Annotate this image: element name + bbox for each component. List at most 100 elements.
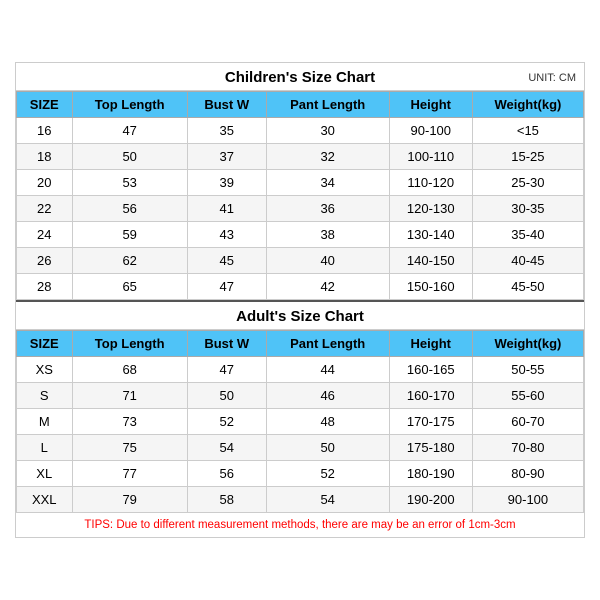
table-cell: 38 — [266, 222, 389, 248]
table-cell: 36 — [266, 196, 389, 222]
adult-title-row: Adult's Size Chart — [16, 300, 584, 330]
table-cell: 47 — [187, 357, 266, 383]
table-cell: 28 — [17, 274, 73, 300]
unit-label: UNIT: CM — [528, 72, 576, 84]
table-cell: 56 — [187, 461, 266, 487]
table-cell: 26 — [17, 248, 73, 274]
table-row: 1647353090-100<15 — [17, 118, 584, 144]
table-row: 22564136120-13030-35 — [17, 196, 584, 222]
adult-header-row: SIZE Top Length Bust W Pant Length Heigh… — [17, 331, 584, 357]
table-cell: S — [17, 383, 73, 409]
table-row: S715046160-17055-60 — [17, 383, 584, 409]
table-cell: 60-70 — [472, 409, 583, 435]
table-cell: 150-160 — [389, 274, 472, 300]
table-cell: 77 — [72, 461, 187, 487]
adult-col-weight: Weight(kg) — [472, 331, 583, 357]
table-cell: 16 — [17, 118, 73, 144]
children-table: SIZE Top Length Bust W Pant Length Heigh… — [16, 91, 584, 300]
table-cell: 90-100 — [389, 118, 472, 144]
table-cell: 42 — [266, 274, 389, 300]
table-row: L755450175-18070-80 — [17, 435, 584, 461]
table-cell: 79 — [72, 487, 187, 513]
table-cell: 25-30 — [472, 170, 583, 196]
table-cell: 45 — [187, 248, 266, 274]
table-cell: 30-35 — [472, 196, 583, 222]
adult-col-size: SIZE — [17, 331, 73, 357]
table-cell: 160-165 — [389, 357, 472, 383]
table-cell: 70-80 — [472, 435, 583, 461]
table-cell: 65 — [72, 274, 187, 300]
children-tbody: 1647353090-100<1518503732100-11015-25205… — [17, 118, 584, 300]
table-cell: 50 — [72, 144, 187, 170]
table-cell: 48 — [266, 409, 389, 435]
table-cell: 75 — [72, 435, 187, 461]
table-cell: 15-25 — [472, 144, 583, 170]
size-chart-container: Children's Size Chart UNIT: CM SIZE Top … — [15, 62, 585, 538]
table-cell: 34 — [266, 170, 389, 196]
table-row: 18503732100-11015-25 — [17, 144, 584, 170]
children-header-row: SIZE Top Length Bust W Pant Length Heigh… — [17, 92, 584, 118]
table-cell: 39 — [187, 170, 266, 196]
table-cell: 30 — [266, 118, 389, 144]
table-cell: 37 — [187, 144, 266, 170]
adult-col-height: Height — [389, 331, 472, 357]
table-cell: 58 — [187, 487, 266, 513]
table-cell: 45-50 — [472, 274, 583, 300]
children-col-bust-w: Bust W — [187, 92, 266, 118]
children-col-height: Height — [389, 92, 472, 118]
table-cell: 46 — [266, 383, 389, 409]
table-cell: 52 — [187, 409, 266, 435]
children-col-top-length: Top Length — [72, 92, 187, 118]
table-row: XS684744160-16550-55 — [17, 357, 584, 383]
table-cell: 59 — [72, 222, 187, 248]
table-cell: 180-190 — [389, 461, 472, 487]
adult-table: SIZE Top Length Bust W Pant Length Heigh… — [16, 330, 584, 513]
table-cell: 80-90 — [472, 461, 583, 487]
table-row: M735248170-17560-70 — [17, 409, 584, 435]
table-cell: 160-170 — [389, 383, 472, 409]
table-cell: 47 — [72, 118, 187, 144]
table-cell: 90-100 — [472, 487, 583, 513]
table-row: 26624540140-15040-45 — [17, 248, 584, 274]
table-row: XL775652180-19080-90 — [17, 461, 584, 487]
table-cell: 43 — [187, 222, 266, 248]
table-cell: 56 — [72, 196, 187, 222]
table-cell: 50-55 — [472, 357, 583, 383]
table-row: 24594338130-14035-40 — [17, 222, 584, 248]
table-cell: 41 — [187, 196, 266, 222]
adult-tbody: XS684744160-16550-55S715046160-17055-60M… — [17, 357, 584, 513]
table-cell: 18 — [17, 144, 73, 170]
table-cell: 120-130 — [389, 196, 472, 222]
children-title-row: Children's Size Chart UNIT: CM — [16, 63, 584, 91]
children-col-size: SIZE — [17, 92, 73, 118]
table-cell: 53 — [72, 170, 187, 196]
table-cell: 32 — [266, 144, 389, 170]
table-cell: 24 — [17, 222, 73, 248]
table-cell: 40 — [266, 248, 389, 274]
table-cell: 35 — [187, 118, 266, 144]
table-cell: 52 — [266, 461, 389, 487]
table-cell: 22 — [17, 196, 73, 222]
table-cell: 50 — [187, 383, 266, 409]
table-cell: 130-140 — [389, 222, 472, 248]
adult-col-pant-length: Pant Length — [266, 331, 389, 357]
children-chart-title: Children's Size Chart — [225, 69, 375, 86]
table-cell: 35-40 — [472, 222, 583, 248]
table-row: 20533934110-12025-30 — [17, 170, 584, 196]
table-cell: 110-120 — [389, 170, 472, 196]
table-cell: 54 — [187, 435, 266, 461]
table-cell: 71 — [72, 383, 187, 409]
adult-col-top-length: Top Length — [72, 331, 187, 357]
table-cell: 47 — [187, 274, 266, 300]
table-cell: 175-180 — [389, 435, 472, 461]
table-cell: 190-200 — [389, 487, 472, 513]
table-cell: 68 — [72, 357, 187, 383]
adult-col-bust-w: Bust W — [187, 331, 266, 357]
children-col-weight: Weight(kg) — [472, 92, 583, 118]
table-cell: XS — [17, 357, 73, 383]
table-cell: 170-175 — [389, 409, 472, 435]
children-col-pant-length: Pant Length — [266, 92, 389, 118]
table-cell: 55-60 — [472, 383, 583, 409]
table-cell: 20 — [17, 170, 73, 196]
table-cell: L — [17, 435, 73, 461]
